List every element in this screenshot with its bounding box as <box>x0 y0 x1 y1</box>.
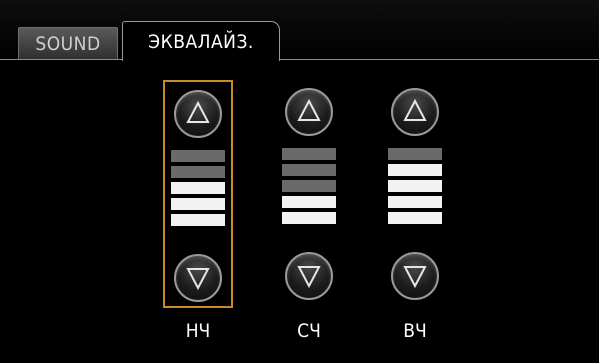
triangle-up-icon <box>186 100 210 123</box>
level-segment-unlit <box>282 148 336 160</box>
treble-down-button[interactable] <box>391 252 439 300</box>
level-segment-lit <box>388 212 442 224</box>
level-segment-unlit <box>171 166 225 178</box>
equalizer-screen: SOUND ЭКВАЛАЙЗ. НЧ СЧ ВЧ <box>0 0 599 363</box>
treble-level-meter <box>388 148 442 228</box>
band-label-treble: ВЧ <box>403 320 427 342</box>
band-mid[interactable] <box>274 80 344 308</box>
band-bass[interactable] <box>163 80 233 308</box>
tab-bar: SOUND ЭКВАЛАЙЗ. <box>0 0 599 61</box>
triangle-up-icon <box>297 98 321 121</box>
band-treble[interactable] <box>380 80 450 308</box>
level-segment-unlit <box>282 180 336 192</box>
level-segment-lit <box>171 214 225 226</box>
bass-level-meter <box>171 150 225 230</box>
level-segment-lit <box>388 196 442 208</box>
triangle-down-icon <box>186 268 210 291</box>
level-segment-lit <box>171 198 225 210</box>
mid-level-meter <box>282 148 336 228</box>
level-segment-unlit <box>171 150 225 162</box>
triangle-up-icon <box>403 98 427 121</box>
bass-up-button[interactable] <box>174 90 222 138</box>
level-segment-lit <box>282 212 336 224</box>
triangle-down-icon <box>297 266 321 289</box>
level-segment-lit <box>388 180 442 192</box>
mid-up-button[interactable] <box>285 88 333 136</box>
level-segment-lit <box>388 164 442 176</box>
level-segment-lit <box>171 182 225 194</box>
level-segment-lit <box>282 196 336 208</box>
bass-down-button[interactable] <box>174 254 222 302</box>
level-segment-unlit <box>388 148 442 160</box>
mid-down-button[interactable] <box>285 252 333 300</box>
level-segment-unlit <box>282 164 336 176</box>
band-label-bass: НЧ <box>185 320 211 342</box>
triangle-down-icon <box>403 266 427 289</box>
band-label-mid: СЧ <box>297 320 321 342</box>
tab-sound[interactable]: SOUND <box>18 27 118 60</box>
tab-divider <box>0 59 599 60</box>
treble-up-button[interactable] <box>391 88 439 136</box>
tab-equalizer[interactable]: ЭКВАЛАЙЗ. <box>122 21 280 61</box>
